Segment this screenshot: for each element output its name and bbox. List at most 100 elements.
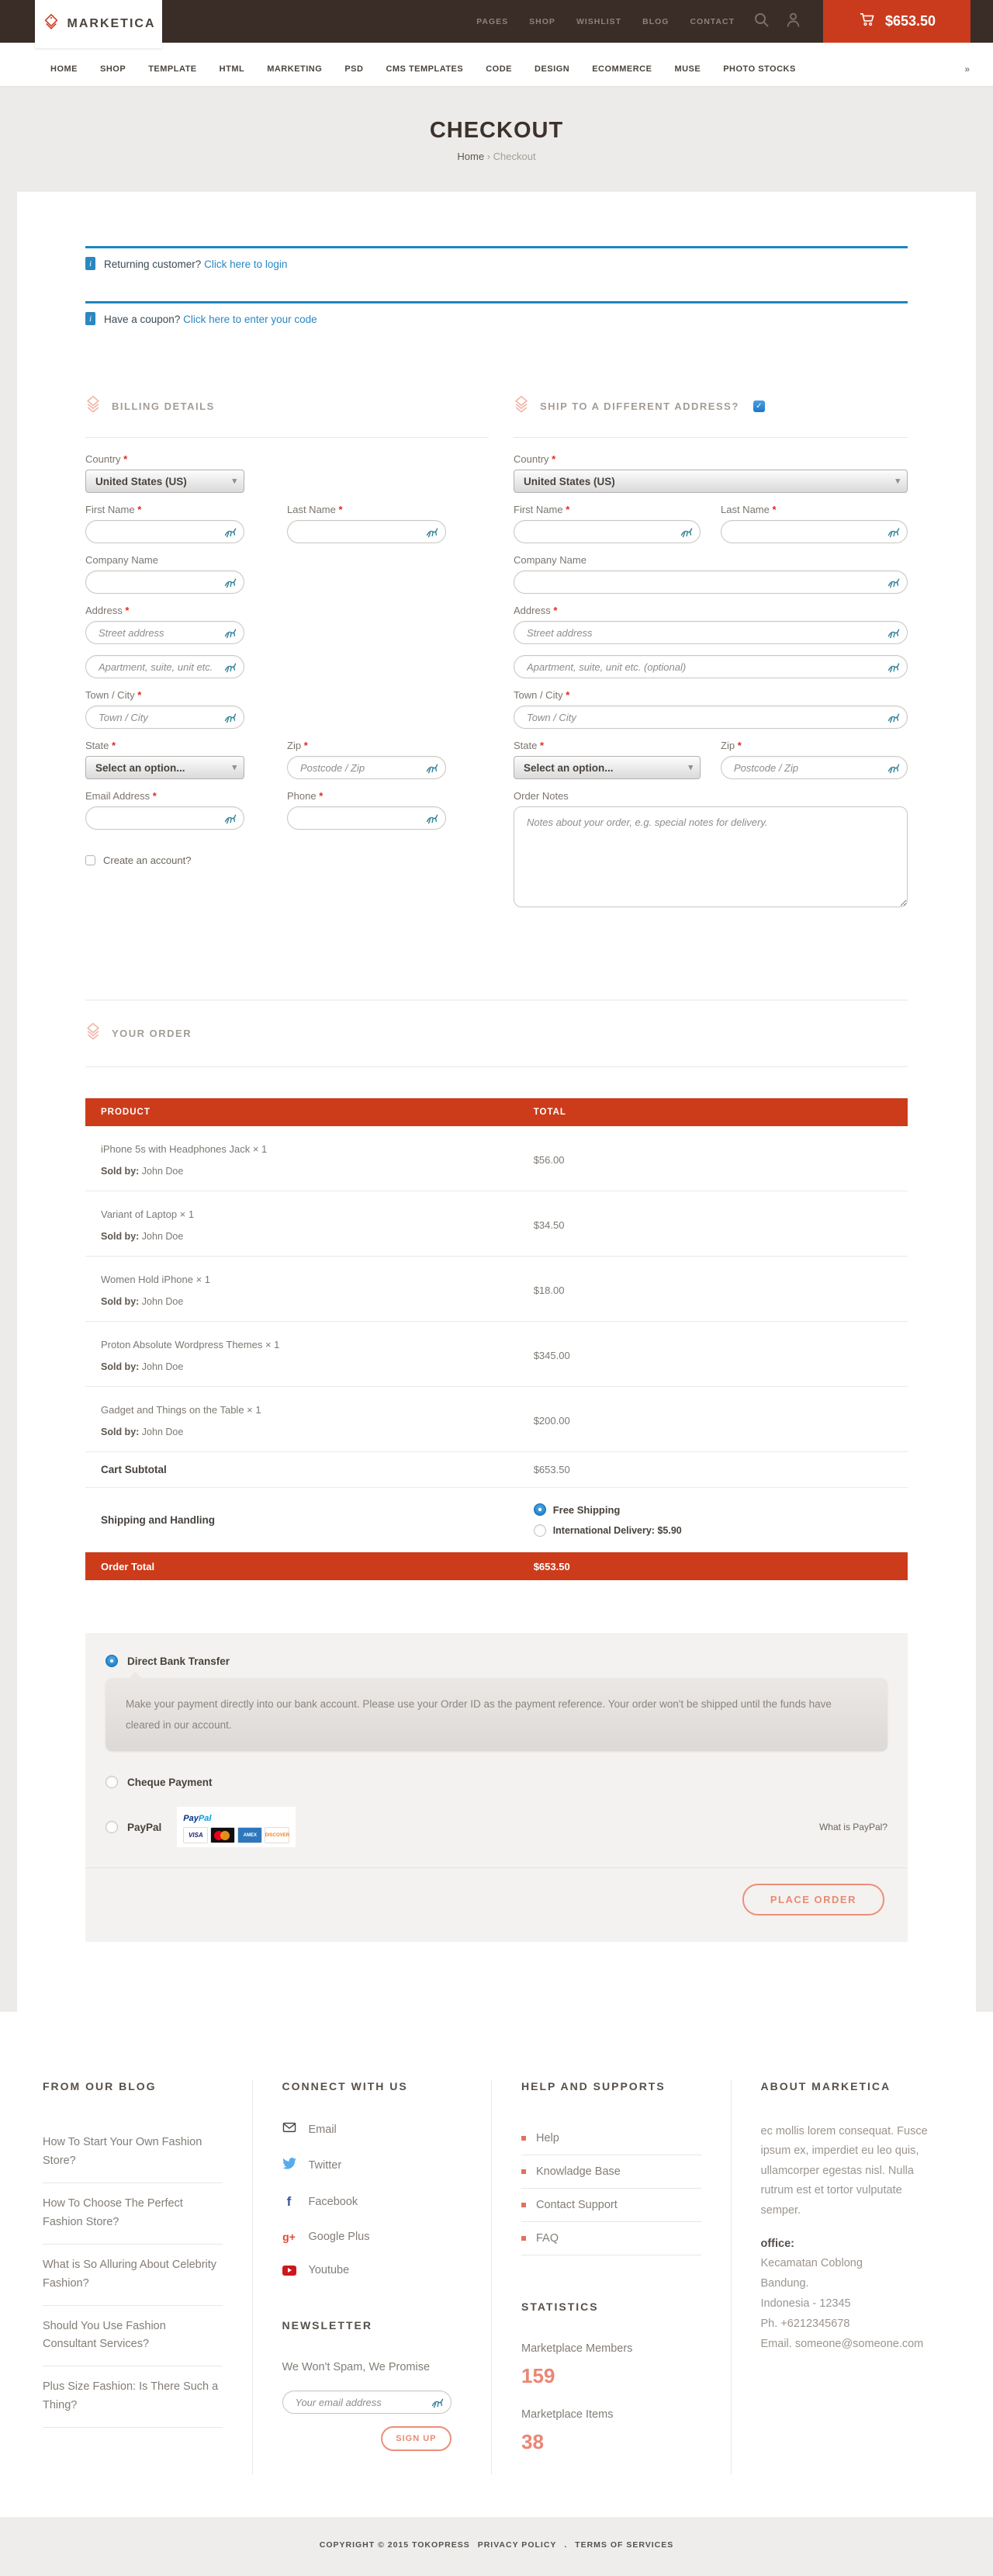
shipping-company-input[interactable] [514,571,907,593]
office-label: office: [761,2238,941,2250]
billing-apartment-input[interactable] [86,656,244,678]
top-nav-shop[interactable]: SHOP [529,17,555,26]
cart-subtotal-label: Cart Subtotal [85,1464,534,1475]
billing-zip-input[interactable] [288,757,445,778]
billing-address-label: Address [85,605,123,616]
blog-link[interactable]: Should You Use Fashion Consultant Servic… [43,2306,223,2367]
billing-company-input[interactable] [86,571,244,593]
info-icon: i [85,312,95,325]
privacy-policy-link[interactable]: PRIVACY POLICY [478,2540,557,2550]
main-nav-item[interactable]: ECOMMERCE [592,64,652,74]
blog-link[interactable]: How To Start Your Own Fashion Store? [43,2122,223,2183]
top-header: MARKETICA PAGES SHOP WISHLIST BLOG CONTA… [0,0,993,43]
newsletter-title: NEWSLETTER [282,2319,462,2332]
social-link-google-plus[interactable]: g+ Google Plus [282,2231,462,2243]
page-title: CHECKOUT [0,118,993,144]
billing-state-select[interactable]: Select an option... [85,756,244,779]
ship-different-checkbox[interactable]: ✓ [753,400,765,412]
top-nav-blog[interactable]: BLOG [642,17,669,26]
main-nav-item[interactable]: MARKETING [267,64,322,74]
shipping-state-select[interactable]: Select an option... [514,756,701,779]
cart-button[interactable]: $653.50 [823,0,971,43]
social-link-youtube[interactable]: Youtube [282,2264,462,2276]
main-nav: HOME SHOP TEMPLATE HTML MARKETING PSD CM… [0,43,993,87]
newsletter-signup-button[interactable]: SIGN UP [381,2426,451,2451]
shipping-last-name-input[interactable] [721,521,907,543]
terms-link[interactable]: TERMS OF SERVICES [575,2540,673,2550]
shipping-country-select[interactable]: United States (US) [514,470,908,493]
main-nav-item[interactable]: PSD [344,64,363,74]
shipping-zip-input[interactable] [721,757,907,778]
office-line: Ph. +6212345678 [761,2314,941,2334]
help-link[interactable]: Contact Support [521,2189,701,2222]
top-nav-contact[interactable]: CONTACT [690,17,735,26]
radio-direct-bank-transfer[interactable] [106,1655,118,1667]
shipping-street-input[interactable] [514,622,907,643]
members-label: Marketplace Members [521,2342,701,2355]
billing-state-value: Select an option... [95,762,185,774]
order-item-row: Women Hold iPhone × 1 Sold by: John Doe … [85,1257,908,1322]
billing-last-name-input[interactable] [288,521,445,543]
accepted-cards-image: PayPal VISA AMEX DISCOVER [177,1807,296,1847]
autofill-icon [224,813,237,825]
product-total: $345.00 [534,1339,908,1372]
radio-cheque-payment[interactable] [106,1776,118,1788]
user-account-icon[interactable] [785,12,801,32]
order-notes-label: Order Notes [514,790,908,802]
billing-country-select[interactable]: United States (US) [85,470,244,493]
main-nav-item[interactable]: MUSE [674,64,701,74]
main-nav-item[interactable]: TEMPLATE [148,64,196,74]
social-link-twitter[interactable]: Twitter [282,2158,462,2173]
main-nav-item[interactable]: CODE [486,64,512,74]
blog-link[interactable]: How To Choose The Perfect Fashion Store? [43,2183,223,2245]
main-nav-item[interactable]: HTML [220,64,245,74]
coupon-link[interactable]: Click here to enter your code [183,314,317,325]
social-link-email[interactable]: Email [282,2122,462,2137]
billing-section: BILLING DETAILS Country * United States … [85,395,489,922]
sold-by-label: Sold by: [101,1361,139,1372]
order-notes-textarea[interactable] [514,806,908,907]
help-link[interactable]: Help [521,2122,701,2155]
billing-town-input[interactable] [86,706,244,728]
billing-street-input[interactable] [86,622,244,643]
main-nav-item[interactable]: CMS TEMPLATES [386,64,463,74]
blog-link[interactable]: What is So Alluring About Celebrity Fash… [43,2245,223,2306]
top-nav-pages[interactable]: PAGES [476,17,508,26]
what-is-paypal-link[interactable]: What is PayPal? [819,1822,887,1832]
shipping-state-label: State [514,740,537,751]
help-link[interactable]: Knowladge Base [521,2155,701,2189]
radio-paypal[interactable] [106,1821,118,1833]
main-nav-item[interactable]: DESIGN [535,64,569,74]
order-item-row: Proton Absolute Wordpress Themes × 1 Sol… [85,1322,908,1387]
order-review-section: YOUR ORDER PRODUCT TOTAL iPhone 5s with … [85,1000,908,1942]
login-notice: i Returning customer? Click here to logi… [85,246,908,270]
blog-link[interactable]: Plus Size Fashion: Is There Such a Thing… [43,2366,223,2428]
shipping-town-input[interactable] [514,706,907,728]
autofill-icon [224,627,237,640]
search-icon[interactable] [753,12,770,32]
newsletter-email-input[interactable] [283,2391,451,2413]
main-nav-item[interactable]: HOME [50,64,78,74]
sold-by-label: Sold by: [101,1296,139,1307]
top-nav-wishlist[interactable]: WISHLIST [576,17,621,26]
billing-email-input[interactable] [86,807,244,829]
brand-logo[interactable]: MARKETICA [35,0,162,48]
login-link[interactable]: Click here to login [204,258,287,270]
login-notice-text: Returning customer? [104,258,201,270]
social-link-facebook[interactable]: f Facebook [282,2194,462,2210]
create-account-checkbox[interactable] [85,855,95,865]
help-link[interactable]: FAQ [521,2222,701,2255]
top-nav: PAGES SHOP WISHLIST BLOG CONTACT [476,17,735,26]
nav-more-chevrons-icon[interactable]: » [964,64,970,75]
place-order-button[interactable]: PLACE ORDER [742,1884,884,1916]
main-nav-item[interactable]: SHOP [100,64,126,74]
billing-first-name-input[interactable] [86,521,244,543]
main-nav-item[interactable]: PHOTO STOCKS [723,64,796,74]
radio-international-delivery[interactable] [534,1524,546,1537]
shipping-apartment-input[interactable] [514,656,907,678]
billing-phone-input[interactable] [288,807,445,829]
shipping-first-name-input[interactable] [514,521,700,543]
radio-free-shipping[interactable] [534,1503,546,1516]
shipping-town-label: Town / City [514,689,563,701]
breadcrumb-home[interactable]: Home [457,151,484,162]
